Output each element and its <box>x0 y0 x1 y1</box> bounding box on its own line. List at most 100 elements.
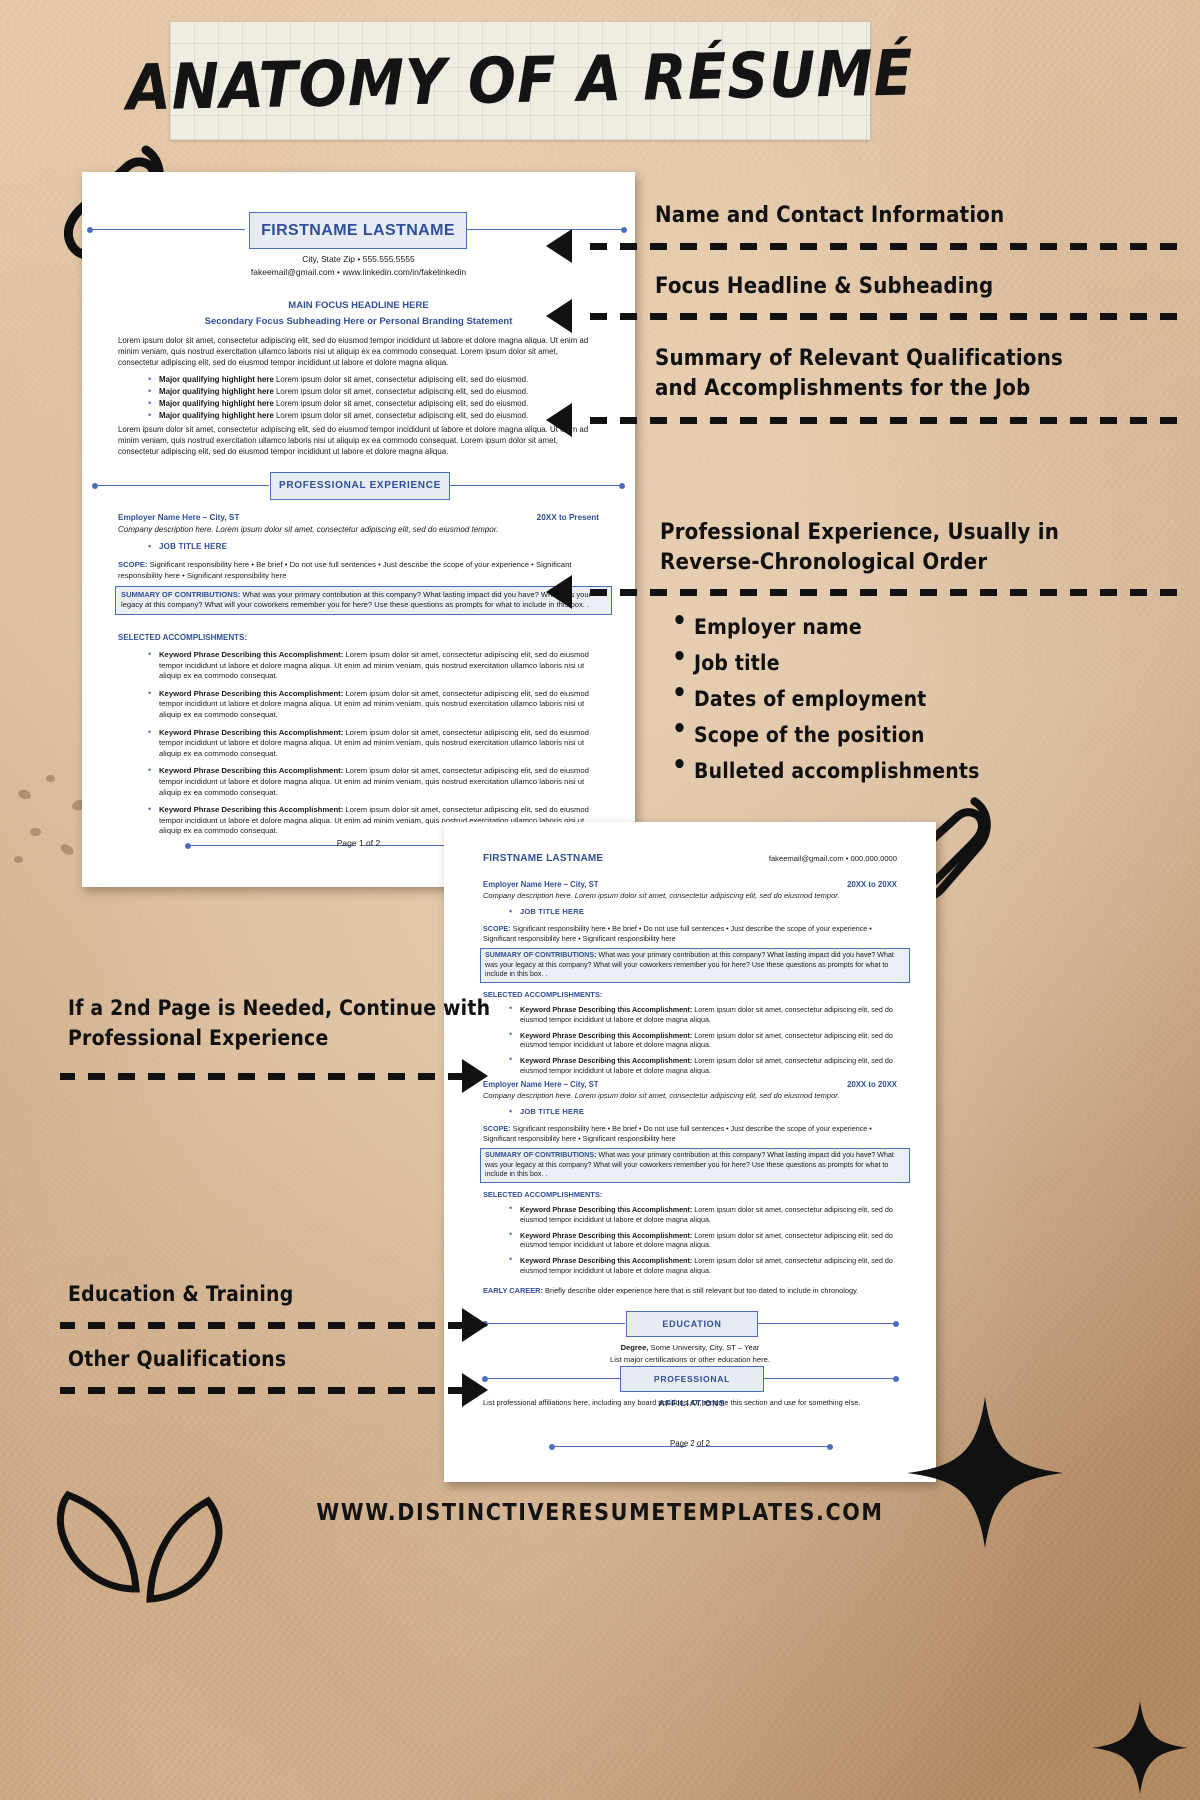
scope-line-1: Significant responsibility here • Be bri… <box>512 924 872 933</box>
annotation-experience-line-1: Professional Experience, Usually in <box>660 520 1059 545</box>
annotation-second-page-line-1: If a 2nd Page is Needed, Continue with <box>68 996 491 1020</box>
page2-name: FIRSTNAME LASTNAME <box>483 853 604 864</box>
annotation-dash-second-page <box>60 1073 465 1080</box>
summary-of-contributions-box: SUMMARY OF CONTRIBUTIONS: What was your … <box>480 1148 910 1183</box>
job-title-list: JOB TITLE HERE <box>507 906 584 916</box>
accomplishment-item: Keyword Phrase Describing this Accomplis… <box>146 765 601 798</box>
page-2-footer: Page 2 of 2 <box>670 1439 710 1448</box>
page2-contact: fakeemail@gmail.com • 000.000.0000 <box>768 854 897 863</box>
highlight-keyword: Major qualifying highlight here <box>159 411 277 420</box>
scope-line: SCOPE: Significant responsibility here •… <box>483 924 899 944</box>
contributions-label: SUMMARY OF CONTRIBUTIONS: <box>121 590 241 599</box>
qualification-highlight-item: Major qualifying highlight here Lorem ip… <box>146 373 601 386</box>
section-rule-left <box>95 485 269 487</box>
job-title: JOB TITLE HERE <box>507 906 584 916</box>
resume-name-plate: FIRSTNAME LASTNAME <box>249 212 467 249</box>
annotation-focus-headline: Focus Headline & Subheading <box>655 274 994 299</box>
scope-label: SCOPE: <box>483 924 513 933</box>
employer-name: Employer Name Here – City, ST <box>483 880 599 889</box>
annotation-bullet-item: Employer name <box>668 608 980 642</box>
accomplishment-keyword: Keyword Phrase Describing this Accomplis… <box>159 766 346 776</box>
sparkle-icon <box>907 1397 1063 1548</box>
annotation-bullet-item: Scope of the position <box>668 716 980 750</box>
accomplishment-keyword: Keyword Phrase Describing this Accomplis… <box>520 1005 695 1014</box>
ink-speck <box>30 828 41 836</box>
job-title-list: JOB TITLE HERE <box>507 1106 584 1116</box>
selected-accomplishments-label: SELECTED ACCOMPLISHMENTS: <box>118 633 248 642</box>
annotation-summary-line-1: Summary of Relevant Qualifications <box>655 346 1063 371</box>
job-title-list: JOB TITLE HERE <box>146 541 227 551</box>
section-professional-experience: PROFESSIONAL EXPERIENCE <box>270 472 450 500</box>
page-title: ANATOMY OF A RÉSUMÉ <box>126 35 915 125</box>
accomplishment-keyword: Keyword Phrase Describing this Accomplis… <box>520 1056 695 1066</box>
annotation-bullet-item: Dates of employment <box>668 680 980 714</box>
summary-of-contributions-box: SUMMARY OF CONTRIBUTIONS: What was your … <box>115 586 612 615</box>
highlight-keyword: Major qualifying highlight here <box>159 399 277 408</box>
education-degree-bold: Degree, <box>620 1343 649 1352</box>
annotation-arrow-experience <box>546 575 572 609</box>
section-label: EDUCATION <box>662 1319 722 1329</box>
resume-page-1[interactable]: FIRSTNAME LASTNAME City, State Zip • 555… <box>82 172 635 887</box>
accomplishment-item: Keyword Phrase Describing this Accomplis… <box>146 727 601 760</box>
annotation-second-page: If a 2nd Page is Needed, Continue with P… <box>68 993 490 1053</box>
header-rule-dot-left <box>87 227 93 233</box>
header-rule-dot-right <box>621 227 627 233</box>
accomplishment-item: Keyword Phrase Describing this Accomplis… <box>507 1255 899 1276</box>
education-rule-left <box>485 1323 625 1325</box>
highlight-text: Lorem ipsum dolor sit amet, consectetur … <box>276 399 529 408</box>
scope-line: SCOPE: Significant responsibility here •… <box>483 1124 899 1144</box>
employment-dates: 20XX to 20XX <box>847 1080 897 1089</box>
employment-dates: 20XX to 20XX <box>847 880 897 889</box>
highlight-text: Lorem ipsum dolor sit amet, consectetur … <box>276 387 529 396</box>
highlight-keyword: Major qualifying highlight here <box>159 375 277 384</box>
annotation-professional-experience: Professional Experience, Usually in Reve… <box>660 518 1059 578</box>
early-career-text: Briefly describe older experience here t… <box>545 1286 859 1295</box>
scope-line-1: Significant responsibility here • Be bri… <box>149 560 534 569</box>
selected-accomplishments-label: SELECTED ACCOMPLISHMENTS: <box>483 1190 603 1199</box>
affiliations-rule-left <box>485 1378 625 1380</box>
ink-speck <box>46 775 55 782</box>
accomplishment-item: Keyword Phrase Describing this Accomplis… <box>507 1030 899 1051</box>
accomplishment-keyword: Keyword Phrase Describing this Accomplis… <box>520 1230 695 1240</box>
scope-line-1: Significant responsibility here • Be bri… <box>512 1124 872 1133</box>
accomplishment-keyword: Keyword Phrase Describing this Accomplis… <box>159 727 346 737</box>
annotation-dash-education <box>60 1322 465 1329</box>
education-rule-dot-right <box>893 1321 899 1327</box>
company-description: Company description here. Lorem ipsum do… <box>118 525 499 534</box>
section-professional-affiliations: PROFESSIONAL AFFILIATIONS <box>620 1366 764 1408</box>
accomplishment-keyword: Keyword Phrase Describing this Accomplis… <box>520 1205 695 1214</box>
annotation-dash-other-qualifications <box>60 1387 465 1394</box>
footer-website-url[interactable]: WWW.DISTINCTIVERESUMETEMPLATES.COM <box>0 1500 1200 1526</box>
accomplishment-item: Keyword Phrase Describing this Accomplis… <box>507 1055 899 1076</box>
scope-label: SCOPE: <box>118 560 148 569</box>
annotation-arrow-other-qualifications <box>462 1373 488 1407</box>
annotation-summary-line-2: and Accomplishments for the Job <box>655 376 1031 401</box>
sparkle-icon <box>1092 1701 1188 1794</box>
annotation-arrow-name-contact <box>546 229 572 263</box>
ink-speck <box>14 856 23 863</box>
annotation-other-qualifications: Other Qualifications <box>68 1347 287 1371</box>
job-title: JOB TITLE HERE <box>146 541 227 551</box>
annotation-arrow-summary <box>546 403 572 437</box>
accomplishment-item: Keyword Phrase Describing this Accomplis… <box>146 649 601 682</box>
scope-line-2: Significant responsibility here • Signif… <box>483 1133 676 1143</box>
section-rule-right <box>448 485 622 487</box>
accomplishments-list: Keyword Phrase Describing this Accomplis… <box>507 1004 899 1082</box>
qualification-highlights-list: Major qualifying highlight here Lorem ip… <box>146 373 601 422</box>
annotation-bullet-item: Bulleted accomplishments <box>668 752 980 786</box>
resume-page-2[interactable]: FIRSTNAME LASTNAME fakeemail@gmail.com •… <box>444 822 936 1482</box>
affiliations-rule-right <box>756 1378 896 1380</box>
summary-of-contributions-box: SUMMARY OF CONTRIBUTIONS: What was your … <box>480 948 910 983</box>
annotation-bullet-item: Job title <box>668 644 980 678</box>
contributions-label: SUMMARY OF CONTRIBUTIONS: <box>485 951 599 959</box>
accomplishment-keyword: Keyword Phrase Describing this Accomplis… <box>520 1030 695 1040</box>
scope-line-2: Significant responsibility here • Signif… <box>483 933 676 943</box>
scope-label: SCOPE: <box>483 1124 513 1133</box>
highlight-keyword: Major qualifying highlight here <box>159 387 277 396</box>
section-rule-dot-right <box>619 483 625 489</box>
qualification-highlight-item: Major qualifying highlight here Lorem ip… <box>146 385 601 398</box>
annotation-experience-line-2: Reverse-Chronological Order <box>660 550 988 575</box>
annotation-arrow-focus-headline <box>546 299 572 333</box>
accomplishment-item: Keyword Phrase Describing this Accomplis… <box>146 688 601 721</box>
job-title: JOB TITLE HERE <box>507 1106 584 1116</box>
